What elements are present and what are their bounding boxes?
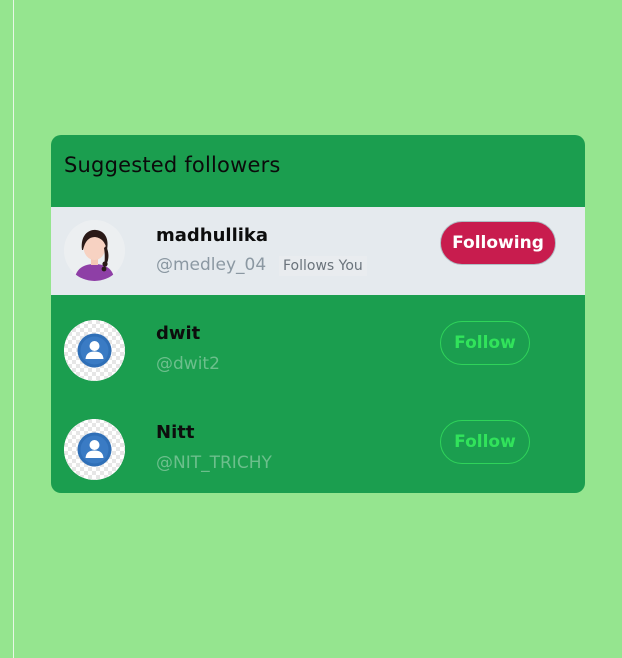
suggested-followers-card: Suggested followers madhullika @medley_0… [51, 135, 585, 493]
list-item[interactable]: Nitt @NIT_TRICHY Follow [51, 394, 585, 493]
list-item[interactable]: madhullika @medley_04 Follows You Follow… [51, 207, 585, 295]
following-button[interactable]: Following [440, 221, 556, 265]
list-item[interactable]: dwit @dwit2 Follow [51, 295, 585, 394]
page-divider [13, 0, 14, 658]
default-user-avatar-icon[interactable] [64, 419, 125, 480]
user-name[interactable]: Nitt [156, 422, 194, 443]
user-handle: @NIT_TRICHY [156, 453, 272, 473]
female-user-avatar-icon[interactable] [64, 220, 125, 281]
follows-you-badge: Follows You [279, 256, 367, 276]
follow-button[interactable]: Follow [440, 420, 530, 464]
user-handle: @dwit2 [156, 354, 220, 374]
user-name[interactable]: madhullika [156, 225, 268, 246]
default-user-avatar-icon[interactable] [64, 320, 125, 381]
follow-button[interactable]: Follow [440, 321, 530, 365]
user-name[interactable]: dwit [156, 323, 200, 344]
card-title: Suggested followers [64, 153, 281, 177]
user-handle: @medley_04 [156, 255, 267, 275]
